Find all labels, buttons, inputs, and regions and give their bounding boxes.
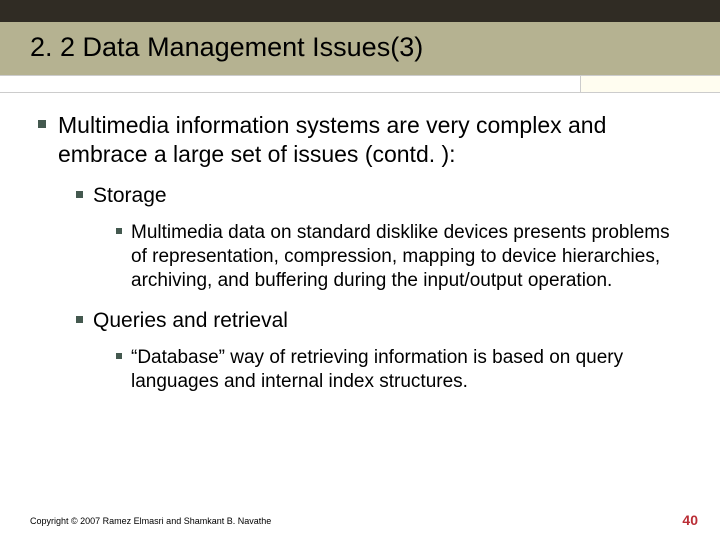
list-item: Multimedia information systems are very … — [38, 111, 690, 169]
under-band — [0, 75, 720, 93]
subheading-text: Storage — [93, 183, 167, 209]
square-bullet-icon — [116, 228, 122, 234]
list-item: Storage — [76, 183, 690, 209]
page-number: 40 — [682, 512, 698, 528]
main-point-text: Multimedia information systems are very … — [58, 111, 690, 169]
list-item: Multimedia data on standard disklike dev… — [116, 221, 690, 294]
top-decor-bar — [0, 0, 720, 22]
square-bullet-icon — [76, 191, 83, 198]
list-item: Queries and retrieval — [76, 308, 690, 334]
list-item: “Database” way of retrieving information… — [116, 346, 690, 395]
square-bullet-icon — [76, 316, 83, 323]
detail-text: “Database” way of retrieving information… — [131, 346, 690, 395]
subheading-text: Queries and retrieval — [93, 308, 288, 334]
square-bullet-icon — [38, 120, 46, 128]
slide-title: 2. 2 Data Management Issues(3) — [30, 32, 690, 63]
slide-content: Multimedia information systems are very … — [0, 93, 720, 395]
copyright-text: Copyright © 2007 Ramez Elmasri and Shamk… — [30, 516, 271, 526]
title-band: 2. 2 Data Management Issues(3) — [0, 22, 720, 75]
square-bullet-icon — [116, 353, 122, 359]
under-band-accent — [580, 76, 720, 92]
detail-text: Multimedia data on standard disklike dev… — [131, 221, 690, 294]
